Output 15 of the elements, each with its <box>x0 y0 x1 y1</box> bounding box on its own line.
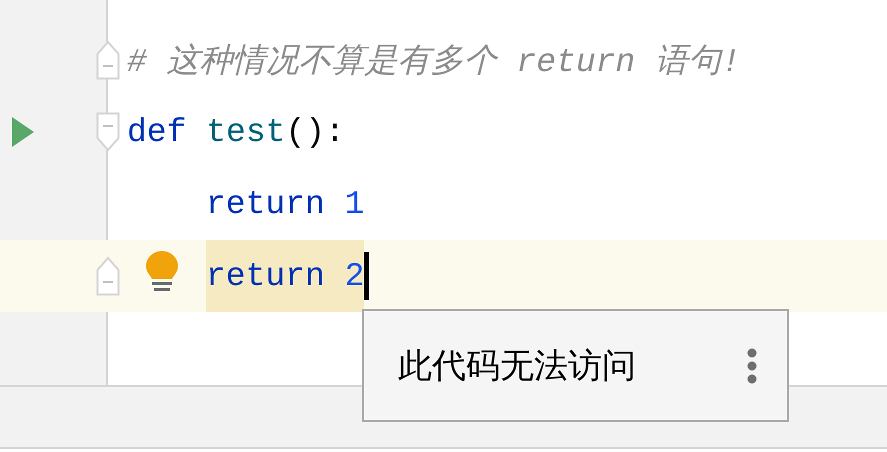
fold-icon[interactable] <box>96 40 120 80</box>
lightbulb-icon[interactable] <box>145 250 179 292</box>
keyword: return <box>206 186 325 222</box>
keyword: return <box>206 258 325 294</box>
keyword: def <box>127 114 186 150</box>
fold-icon[interactable] <box>96 112 120 152</box>
tooltip-message: 此代码无法访问 <box>398 344 637 388</box>
number-literal: 1 <box>344 186 364 222</box>
function-name: test <box>206 114 286 150</box>
punctuation: (): <box>285 114 345 150</box>
fold-icon[interactable] <box>96 256 120 296</box>
run-icon[interactable] <box>12 117 34 147</box>
number-literal: 2 <box>344 258 364 294</box>
more-options-icon[interactable] <box>747 348 757 384</box>
code-comment: # 这种情况不算是有多个 return 语句! <box>127 42 741 82</box>
